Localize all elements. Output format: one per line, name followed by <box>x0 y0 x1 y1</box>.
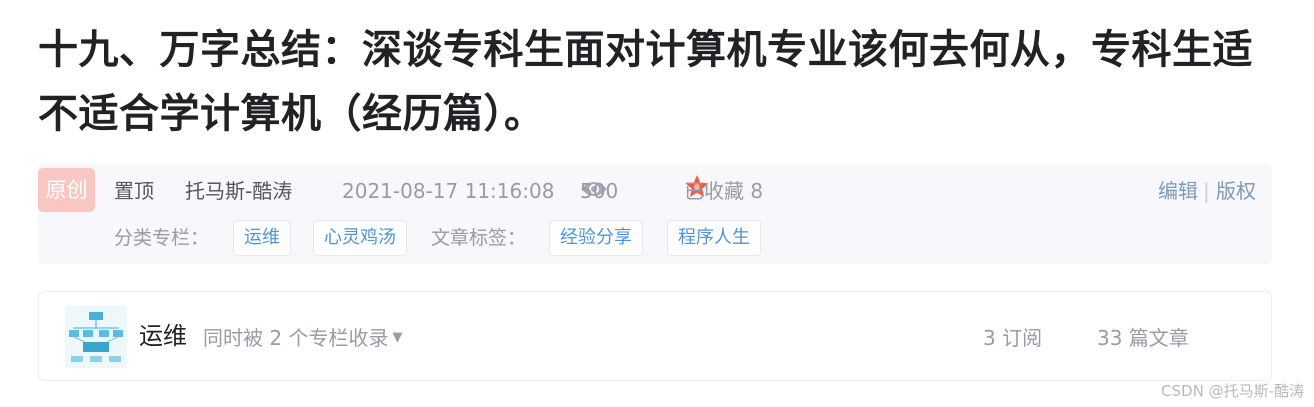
author-link[interactable]: 托马斯-酷涛 <box>185 174 292 208</box>
category-label: 分类专栏： <box>114 227 210 249</box>
tag-experience[interactable]: 经验分享 <box>549 220 643 256</box>
csdn-watermark: CSDN @托马斯-酷涛 <box>1161 382 1304 400</box>
article-meta-box: 原创 置顶 托马斯-酷涛 2021-08-17 11:16:08 500 已收藏… <box>38 164 1272 264</box>
caret-down-icon: ▼ <box>392 330 403 345</box>
tags-label: 文章标签： <box>431 227 527 249</box>
category-tag-soup[interactable]: 心灵鸡汤 <box>313 220 407 256</box>
pinned-label: 置顶 <box>114 179 154 203</box>
column-article-count: 33 篇文章 <box>1097 326 1189 350</box>
category-tag-row: 分类专栏： 运维 心灵鸡汤 文章标签： 经验分享 程序人生 <box>38 220 1272 256</box>
view-count-value: 500 <box>580 179 619 203</box>
tag-programmer-life[interactable]: 程序人生 <box>667 220 761 256</box>
column-subscriptions: 3 订阅 <box>983 326 1043 350</box>
column-included-text: 同时被 2 个专栏收录 <box>203 326 389 350</box>
column-card[interactable]: 运维 同时被 2 个专栏收录 ▼ 3 订阅 33 篇文章 <box>38 291 1272 381</box>
meta-row: 置顶 托马斯-酷涛 2021-08-17 11:16:08 500 已收藏 8 … <box>38 174 1272 208</box>
category-tag-ops[interactable]: 运维 <box>233 220 291 256</box>
article-title: 十九、万字总结：深谈专科生面对计算机专业该何去何从，专科生适不适合学计算机（经历… <box>38 27 1253 137</box>
link-separator: | <box>1203 179 1210 203</box>
column-thumbnail[interactable] <box>65 306 127 368</box>
copyright-link[interactable]: 版权 <box>1216 174 1256 208</box>
column-included-dropdown[interactable]: 同时被 2 个专栏收录 ▼ <box>203 322 402 354</box>
favorite-count: 已收藏 8 <box>684 179 764 203</box>
column-name[interactable]: 运维 <box>139 318 187 354</box>
publish-date: 2021-08-17 11:16:08 <box>342 179 555 203</box>
edit-link[interactable]: 编辑 <box>1158 174 1198 208</box>
